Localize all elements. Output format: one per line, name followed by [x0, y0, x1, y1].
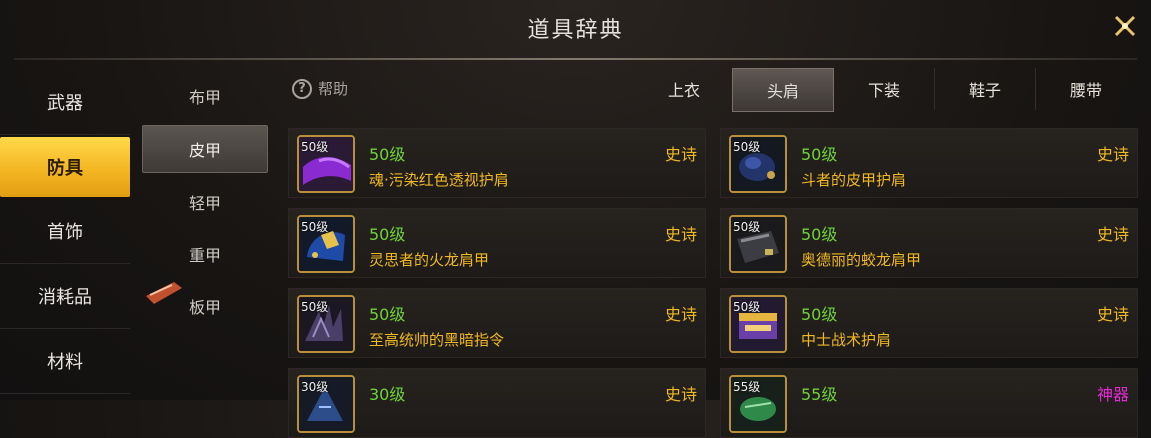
item-level: 50级: [801, 305, 838, 324]
item-rarity: 史诗: [664, 225, 697, 244]
subcategory-cloth[interactable]: 布甲: [142, 70, 268, 122]
category-accessory[interactable]: 首饰: [0, 199, 130, 264]
subcategory-leather[interactable]: 皮甲: [142, 125, 268, 173]
slot-tabs: 上衣 头肩 下装 鞋子 腰带: [648, 68, 1136, 112]
category-material[interactable]: 材料: [0, 329, 130, 394]
item-slot: 50级: [729, 295, 787, 353]
level-badge: 50级: [733, 140, 761, 154]
category-weapon[interactable]: 武器: [0, 70, 130, 135]
level-badge: 50级: [301, 140, 329, 154]
item-card[interactable]: 50级 50级 中士战术护肩 史诗: [720, 288, 1138, 358]
bookmark-ribbon-icon: [146, 282, 182, 304]
window-title: 道具辞典: [527, 18, 624, 43]
close-button[interactable]: [1107, 6, 1143, 46]
level-badge: 55级: [733, 380, 761, 394]
item-level: 50级: [801, 145, 838, 164]
level-badge: 50级: [301, 220, 329, 234]
item-rarity: 史诗: [1096, 225, 1129, 244]
item-name: 灵思者的火龙肩甲: [369, 251, 490, 269]
item-slot: 50级: [729, 135, 787, 193]
level-badge: 50级: [733, 300, 761, 314]
item-slot: 50级: [297, 295, 355, 353]
level-badge: 50级: [301, 300, 329, 314]
tab-top[interactable]: 上衣: [648, 68, 720, 110]
item-name: 斗者的皮甲护肩: [801, 171, 907, 189]
help-label: 帮助: [318, 80, 349, 98]
category-list: 武器 防具 首饰 消耗品 材料: [0, 70, 130, 394]
item-card[interactable]: 55级 55级 神器: [720, 368, 1138, 438]
item-card[interactable]: 50级 50级 斗者的皮甲护肩 史诗: [720, 128, 1138, 198]
category-consumable[interactable]: 消耗品: [0, 264, 130, 329]
item-level: 50级: [369, 305, 406, 324]
level-badge: 50级: [733, 220, 761, 234]
item-name: 奥德丽的蛟龙肩甲: [801, 251, 922, 269]
item-card[interactable]: 30级 30级 史诗: [288, 368, 706, 438]
item-name: 魂·污染红色透视护肩: [369, 171, 509, 189]
item-rarity: 史诗: [664, 145, 697, 164]
title-bar: 道具辞典: [0, 0, 1151, 60]
item-level: 30级: [369, 385, 406, 404]
item-slot: 30级: [297, 375, 355, 433]
item-rarity: 史诗: [1096, 305, 1129, 324]
item-slot: 50级: [297, 215, 355, 273]
help-icon: ?: [292, 78, 312, 99]
item-rarity: 史诗: [664, 385, 697, 404]
help-button[interactable]: ? 帮助: [292, 78, 348, 99]
close-icon: [1114, 15, 1136, 37]
subcategory-heavy[interactable]: 重甲: [142, 228, 268, 280]
item-card[interactable]: 50级 50级 灵思者的火龙肩甲 史诗: [288, 208, 706, 278]
item-name: 至高统帅的黑暗指令: [369, 331, 505, 349]
item-card[interactable]: 50级 50级 至高统帅的黑暗指令 史诗: [288, 288, 706, 358]
tab-bottom[interactable]: 下装: [834, 68, 935, 110]
item-level: 50级: [369, 225, 406, 244]
item-name: 中士战术护肩: [801, 331, 892, 349]
item-card[interactable]: 50级 50级 奥德丽的蛟龙肩甲 史诗: [720, 208, 1138, 278]
tab-shoulder[interactable]: 头肩: [732, 68, 834, 112]
item-slot: 50级: [297, 135, 355, 193]
item-rarity: 神器: [1096, 385, 1129, 404]
subcategory-light[interactable]: 轻甲: [142, 176, 268, 228]
item-rarity: 史诗: [664, 305, 697, 324]
item-rarity: 史诗: [1096, 145, 1129, 164]
item-level: 50级: [801, 225, 838, 244]
category-armor[interactable]: 防具: [0, 137, 130, 197]
title-divider: [14, 58, 1137, 60]
tab-belt[interactable]: 腰带: [1036, 68, 1136, 110]
item-slot: 50级: [729, 215, 787, 273]
tab-shoes[interactable]: 鞋子: [935, 68, 1036, 110]
level-badge: 30级: [301, 380, 329, 394]
item-card[interactable]: 50级 50级 魂·污染红色透视护肩 史诗: [288, 128, 706, 198]
item-slot: 55级: [729, 375, 787, 433]
item-level: 55级: [801, 385, 838, 404]
item-level: 50级: [369, 145, 406, 164]
